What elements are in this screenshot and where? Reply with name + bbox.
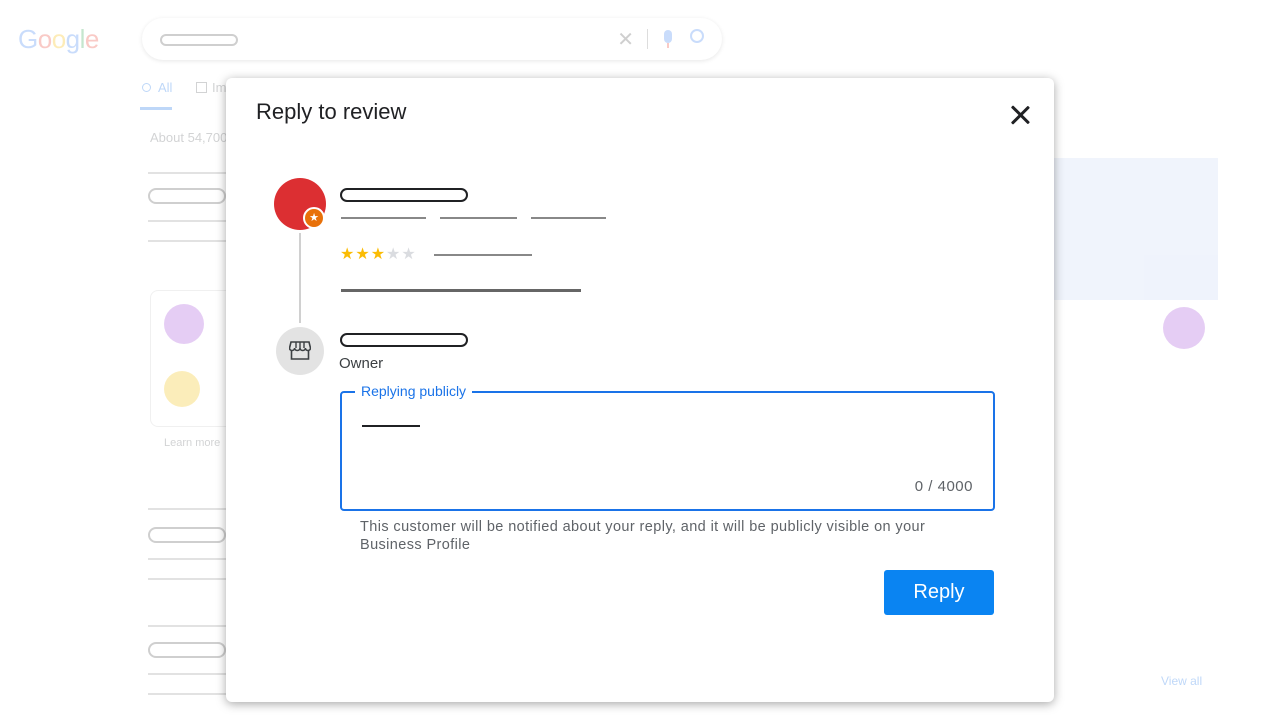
result-line (148, 693, 228, 695)
star-filled-icon: ★ (340, 246, 356, 263)
review-date (434, 254, 532, 256)
result-title-placeholder[interactable] (148, 188, 226, 204)
results-stats: About 54,700 (150, 130, 228, 145)
search-divider (647, 29, 648, 49)
reviewer-meta (531, 217, 606, 219)
result-line (148, 673, 228, 675)
result-line (148, 240, 228, 242)
owner-label: Owner (339, 355, 384, 372)
google-logo[interactable]: Google (18, 24, 99, 55)
local-guide-star-icon: ★ (303, 207, 325, 229)
star-rating: ★★★★★ (340, 244, 417, 264)
avatar (1163, 307, 1205, 349)
search-icon[interactable] (690, 29, 704, 43)
thread-connector (299, 233, 301, 323)
reply-field-label: Replying publicly (355, 383, 473, 399)
tab-images[interactable]: Im (194, 80, 226, 95)
owner-avatar (276, 327, 324, 375)
dialog-title: Reply to review (256, 99, 407, 124)
character-counter: 0 / 4000 (914, 478, 973, 495)
reply-text-cursor[interactable] (362, 425, 420, 427)
search-query-placeholder (160, 34, 238, 46)
avatar (164, 304, 204, 344)
business-name (340, 333, 468, 347)
avatar (164, 371, 200, 407)
star-empty-icon: ★ (386, 246, 402, 263)
reviewer-name[interactable] (340, 188, 468, 202)
storefront-icon (289, 341, 311, 360)
learn-more-link[interactable]: Learn more (164, 437, 220, 449)
microphone-icon[interactable] (664, 30, 672, 48)
result-line (148, 172, 228, 174)
result-line (148, 578, 228, 580)
result-line (148, 625, 228, 627)
tab-all[interactable]: All (140, 80, 172, 95)
star-filled-icon: ★ (370, 246, 387, 263)
reply-to-review-dialog: Reply to review ★ ★★★★★ Owner Replying p… (226, 78, 1054, 702)
clear-icon[interactable]: ✕ (617, 27, 634, 52)
result-title-placeholder[interactable] (148, 527, 226, 543)
result-line (148, 220, 228, 222)
search-bar[interactable]: ✕ (142, 18, 722, 60)
reviewer-avatar[interactable]: ★ (274, 178, 326, 230)
review-text (341, 289, 581, 292)
reviewer-meta (440, 217, 517, 219)
view-all-link[interactable]: View all (1161, 674, 1202, 688)
reply-button[interactable]: Reply (884, 570, 994, 615)
public-reply-notice: This customer will be notified about you… (360, 519, 926, 553)
result-title-placeholder[interactable] (148, 642, 226, 658)
tab-all-indicator (140, 107, 172, 110)
star-empty-icon: ★ (401, 246, 417, 263)
close-icon[interactable] (1007, 102, 1033, 128)
star-filled-icon: ★ (355, 246, 371, 263)
result-line (148, 508, 228, 510)
reviewer-meta (341, 217, 426, 219)
reply-textarea[interactable]: Replying publicly 0 / 4000 (340, 383, 995, 511)
result-line (148, 558, 228, 560)
